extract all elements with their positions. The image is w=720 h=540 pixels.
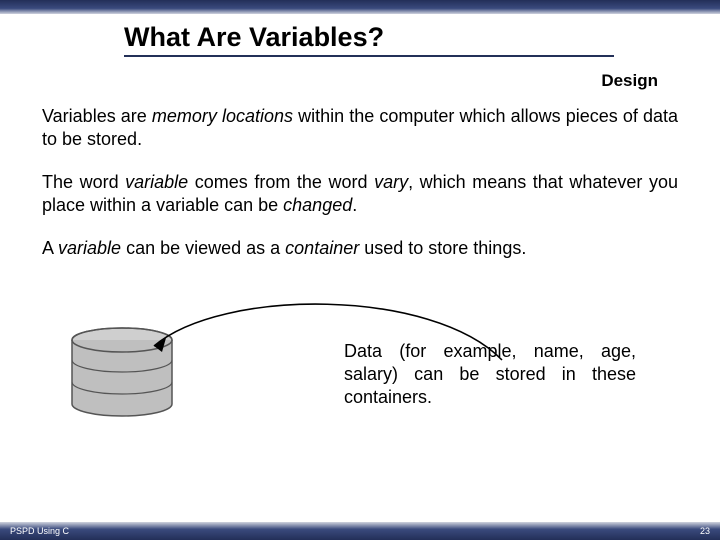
emphasis-variable: variable <box>125 172 188 192</box>
emphasis-container: container <box>285 238 359 258</box>
emphasis-memory-locations: memory locations <box>152 106 293 126</box>
page-number: 23 <box>700 526 710 536</box>
text: A <box>42 238 58 258</box>
footer-bar: PSPD Using C 23 <box>0 522 720 540</box>
slide-title: What Are Variables? <box>124 22 614 57</box>
paragraph-3: A variable can be viewed as a container … <box>42 237 678 260</box>
title-area: What Are Variables? <box>0 14 720 57</box>
category-label: Design <box>0 57 720 91</box>
text: The word <box>42 172 125 192</box>
emphasis-vary: vary <box>374 172 408 192</box>
paragraph-2: The word variable comes from the word va… <box>42 171 678 217</box>
diagram-caption: Data (for example, name, age, salary) ca… <box>344 340 636 409</box>
footer-left: PSPD Using C <box>10 526 69 536</box>
text: . <box>352 195 357 215</box>
emphasis-changed: changed <box>283 195 352 215</box>
top-accent-band <box>0 0 720 14</box>
text: Variables are <box>42 106 152 126</box>
paragraph-1: Variables are memory locations within th… <box>42 105 678 151</box>
body-content: Variables are memory locations within th… <box>0 91 720 450</box>
emphasis-variable-2: variable <box>58 238 121 258</box>
text: comes from the word <box>188 172 374 192</box>
diagram: Data (for example, name, age, salary) ca… <box>42 280 678 450</box>
text: can be viewed as a <box>121 238 285 258</box>
text: used to store things. <box>359 238 526 258</box>
